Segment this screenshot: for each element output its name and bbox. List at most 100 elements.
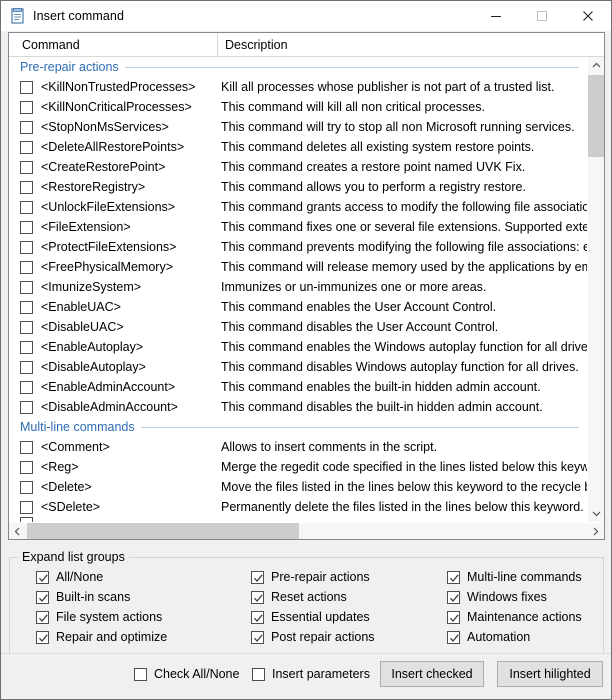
row-checkbox[interactable]: [20, 501, 33, 514]
row-description: This command creates a restore point nam…: [218, 160, 587, 174]
row-command: <Delete>: [41, 480, 218, 494]
vertical-scrollbar-thumb[interactable]: [588, 75, 605, 157]
row-checkbox[interactable]: [20, 441, 33, 454]
row-command: <DisableUAC>: [41, 320, 218, 334]
row-checkbox[interactable]: [20, 301, 33, 314]
insert-hilighted-button[interactable]: Insert hilighted: [497, 661, 603, 687]
row-checkbox[interactable]: [20, 321, 33, 334]
row-checkbox[interactable]: [20, 381, 33, 394]
horizontal-scrollbar-thumb[interactable]: [27, 523, 299, 540]
table-row[interactable]: <DisableAutoplay>This command disables W…: [9, 357, 587, 377]
checkbox-box: [251, 591, 264, 604]
row-checkbox[interactable]: [20, 361, 33, 374]
table-row[interactable]: <DeleteAllRestorePoints>This command del…: [9, 137, 587, 157]
row-checkbox[interactable]: [20, 121, 33, 134]
checkbox-box: [36, 591, 49, 604]
scroll-down-button[interactable]: [588, 505, 605, 522]
scroll-up-button[interactable]: [588, 57, 605, 74]
row-checkbox[interactable]: [20, 461, 33, 474]
expand-group-label: All/None: [56, 570, 103, 584]
table-row[interactable]: <DisableUAC>This command disables the Us…: [9, 317, 587, 337]
list-column-headers: Command Description: [9, 33, 604, 57]
table-row[interactable]: <ProtectFileExtensions>This command prev…: [9, 237, 587, 257]
row-checkbox[interactable]: [20, 141, 33, 154]
expand-group-checkbox[interactable]: Windows fixes: [420, 587, 599, 607]
table-row[interactable]: <ImunizeSystem>Immunizes or un-immunizes…: [9, 277, 587, 297]
command-list-view[interactable]: Command Description Pre-repair actions<K…: [8, 32, 605, 540]
expand-group-checkbox[interactable]: Repair and optimize: [9, 627, 224, 647]
row-checkbox[interactable]: [20, 401, 33, 414]
expand-group-checkbox[interactable]: Maintenance actions: [420, 607, 599, 627]
table-row[interactable]: <UnlockFileExtensions>This command grant…: [9, 197, 587, 217]
expand-group-checkbox[interactable]: Automation: [420, 627, 599, 647]
expand-group-checkbox[interactable]: Pre-repair actions: [224, 567, 420, 587]
scroll-left-button[interactable]: [9, 523, 26, 540]
row-checkbox[interactable]: [20, 181, 33, 194]
expand-group-checkbox[interactable]: Built-in scans: [9, 587, 224, 607]
maximize-button[interactable]: [519, 1, 565, 31]
row-checkbox[interactable]: [20, 241, 33, 254]
list-group-header[interactable]: Multi-line commands: [9, 417, 587, 437]
table-row[interactable]: <CreateRestorePoint>This command creates…: [9, 157, 587, 177]
chevron-left-icon: [13, 527, 22, 536]
close-icon: [582, 10, 594, 22]
checkbox-box: [447, 611, 460, 624]
table-row[interactable]: <Delete>Move the files listed in the lin…: [9, 477, 587, 497]
scroll-right-button[interactable]: [587, 523, 604, 540]
expand-group-checkbox[interactable]: File system actions: [9, 607, 224, 627]
horizontal-scrollbar[interactable]: [9, 522, 604, 539]
table-row[interactable]: <SDelete>Permanently delete the files li…: [9, 497, 587, 517]
row-checkbox[interactable]: [20, 221, 33, 234]
row-checkbox[interactable]: [20, 261, 33, 274]
row-checkbox[interactable]: [20, 161, 33, 174]
row-description: This command disables the User Account C…: [218, 320, 587, 334]
table-row[interactable]: <Comment>Allows to insert comments in th…: [9, 437, 587, 457]
command-list-body[interactable]: Pre-repair actions<KillNonTrustedProcess…: [9, 57, 587, 522]
close-button[interactable]: [565, 1, 611, 31]
table-row[interactable]: <Reg>Merge the regedit code specified in…: [9, 457, 587, 477]
check-icon: [38, 593, 49, 604]
row-checkbox[interactable]: [20, 101, 33, 114]
chevron-down-icon: [592, 509, 601, 518]
vertical-scrollbar[interactable]: [587, 57, 604, 522]
expand-group-checkbox[interactable]: Essential updates: [224, 607, 420, 627]
row-command: <StopNonMsServices>: [41, 120, 218, 134]
list-group-label: Multi-line commands: [20, 420, 141, 434]
row-command: <Comment>: [41, 440, 218, 454]
table-row[interactable]: <FreePhysicalMemory>This command will re…: [9, 257, 587, 277]
expand-group-checkbox[interactable]: Multi-line commands: [420, 567, 599, 587]
table-row[interactable]: <KillNonCriticalProcesses>This command w…: [9, 97, 587, 117]
table-row[interactable]: <KillNonTrustedProcesses>Kill all proces…: [9, 77, 587, 97]
minimize-button[interactable]: [473, 1, 519, 31]
table-row[interactable]: <EnableUAC>This command enables the User…: [9, 297, 587, 317]
insert-checked-button[interactable]: Insert checked: [380, 661, 484, 687]
row-description: Permanently delete the files listed in t…: [218, 500, 587, 514]
chevron-right-icon: [591, 527, 600, 536]
table-row[interactable]: <EnableAdminAccount>This command enables…: [9, 377, 587, 397]
insert-parameters-checkbox[interactable]: Insert parameters: [252, 667, 370, 681]
table-row[interactable]: <EnableAutoplay>This command enables the…: [9, 337, 587, 357]
table-row[interactable]: <FileExtension>This command fixes one or…: [9, 217, 587, 237]
table-row[interactable]: <DisableAdminAccount>This command disabl…: [9, 397, 587, 417]
list-group-header[interactable]: Pre-repair actions: [9, 57, 587, 77]
row-checkbox[interactable]: [20, 481, 33, 494]
column-header-command[interactable]: Command: [9, 33, 218, 56]
expand-group-label: Pre-repair actions: [271, 570, 370, 584]
title-bar: Insert command: [1, 1, 611, 31]
expand-group-label: Windows fixes: [467, 590, 547, 604]
row-checkbox[interactable]: [20, 281, 33, 294]
row-description: This command enables the built-in hidden…: [218, 380, 587, 394]
row-checkbox[interactable]: [20, 341, 33, 354]
expand-group-checkbox[interactable]: Reset actions: [224, 587, 420, 607]
expand-group-checkbox[interactable]: Post repair actions: [224, 627, 420, 647]
table-row[interactable]: <StopNonMsServices>This command will try…: [9, 117, 587, 137]
window-title: Insert command: [33, 9, 124, 23]
row-command: <KillNonTrustedProcesses>: [41, 80, 218, 94]
column-header-description[interactable]: Description: [218, 33, 604, 56]
row-command: <CreateRestorePoint>: [41, 160, 218, 174]
check-all-none-checkbox[interactable]: Check All/None: [134, 667, 239, 681]
expand-group-checkbox[interactable]: All/None: [9, 567, 224, 587]
table-row[interactable]: <RestoreRegistry>This command allows you…: [9, 177, 587, 197]
row-checkbox[interactable]: [20, 81, 33, 94]
row-checkbox[interactable]: [20, 201, 33, 214]
